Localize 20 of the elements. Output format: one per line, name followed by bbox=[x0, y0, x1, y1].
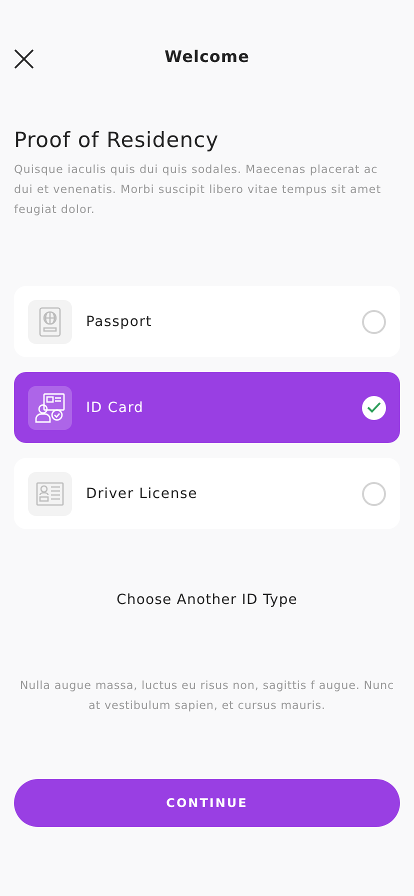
id-person-icon bbox=[34, 392, 66, 424]
id-option-card[interactable]: Passport bbox=[14, 286, 400, 357]
continue-button[interactable]: CONTINUE bbox=[14, 779, 400, 827]
passport-icon bbox=[39, 306, 61, 336]
id-option-card[interactable]: ID Card bbox=[14, 372, 400, 443]
id-option-card[interactable]: Driver License bbox=[14, 458, 400, 529]
close-icon bbox=[14, 49, 34, 69]
radio-indicator[interactable] bbox=[362, 310, 386, 334]
check-icon bbox=[367, 402, 381, 413]
screen-title: Welcome bbox=[164, 46, 250, 66]
option-label: Driver License bbox=[86, 486, 199, 502]
radio-indicator[interactable] bbox=[362, 396, 386, 420]
radio-indicator[interactable] bbox=[362, 482, 386, 506]
description-text: Quisque iaculis quis dui quis sodales. Maecenas placerat ac dui et venenatis. Morbi suscipit libero vitae tempus sit amet feugiat dolor. bbox=[14, 162, 382, 218]
footer-note: Nulla augue massa, luctus eu risus non, sagittis f augue. Nunc at vestibulum sapien, et cursus mauris. bbox=[18, 678, 396, 714]
page-heading: Proof of Residency bbox=[14, 128, 220, 152]
option-label: ID Card bbox=[86, 400, 145, 416]
choose-another-link[interactable]: Choose Another ID Type bbox=[116, 592, 298, 608]
option-label: Passport bbox=[86, 314, 154, 330]
license-card-icon bbox=[36, 482, 64, 506]
